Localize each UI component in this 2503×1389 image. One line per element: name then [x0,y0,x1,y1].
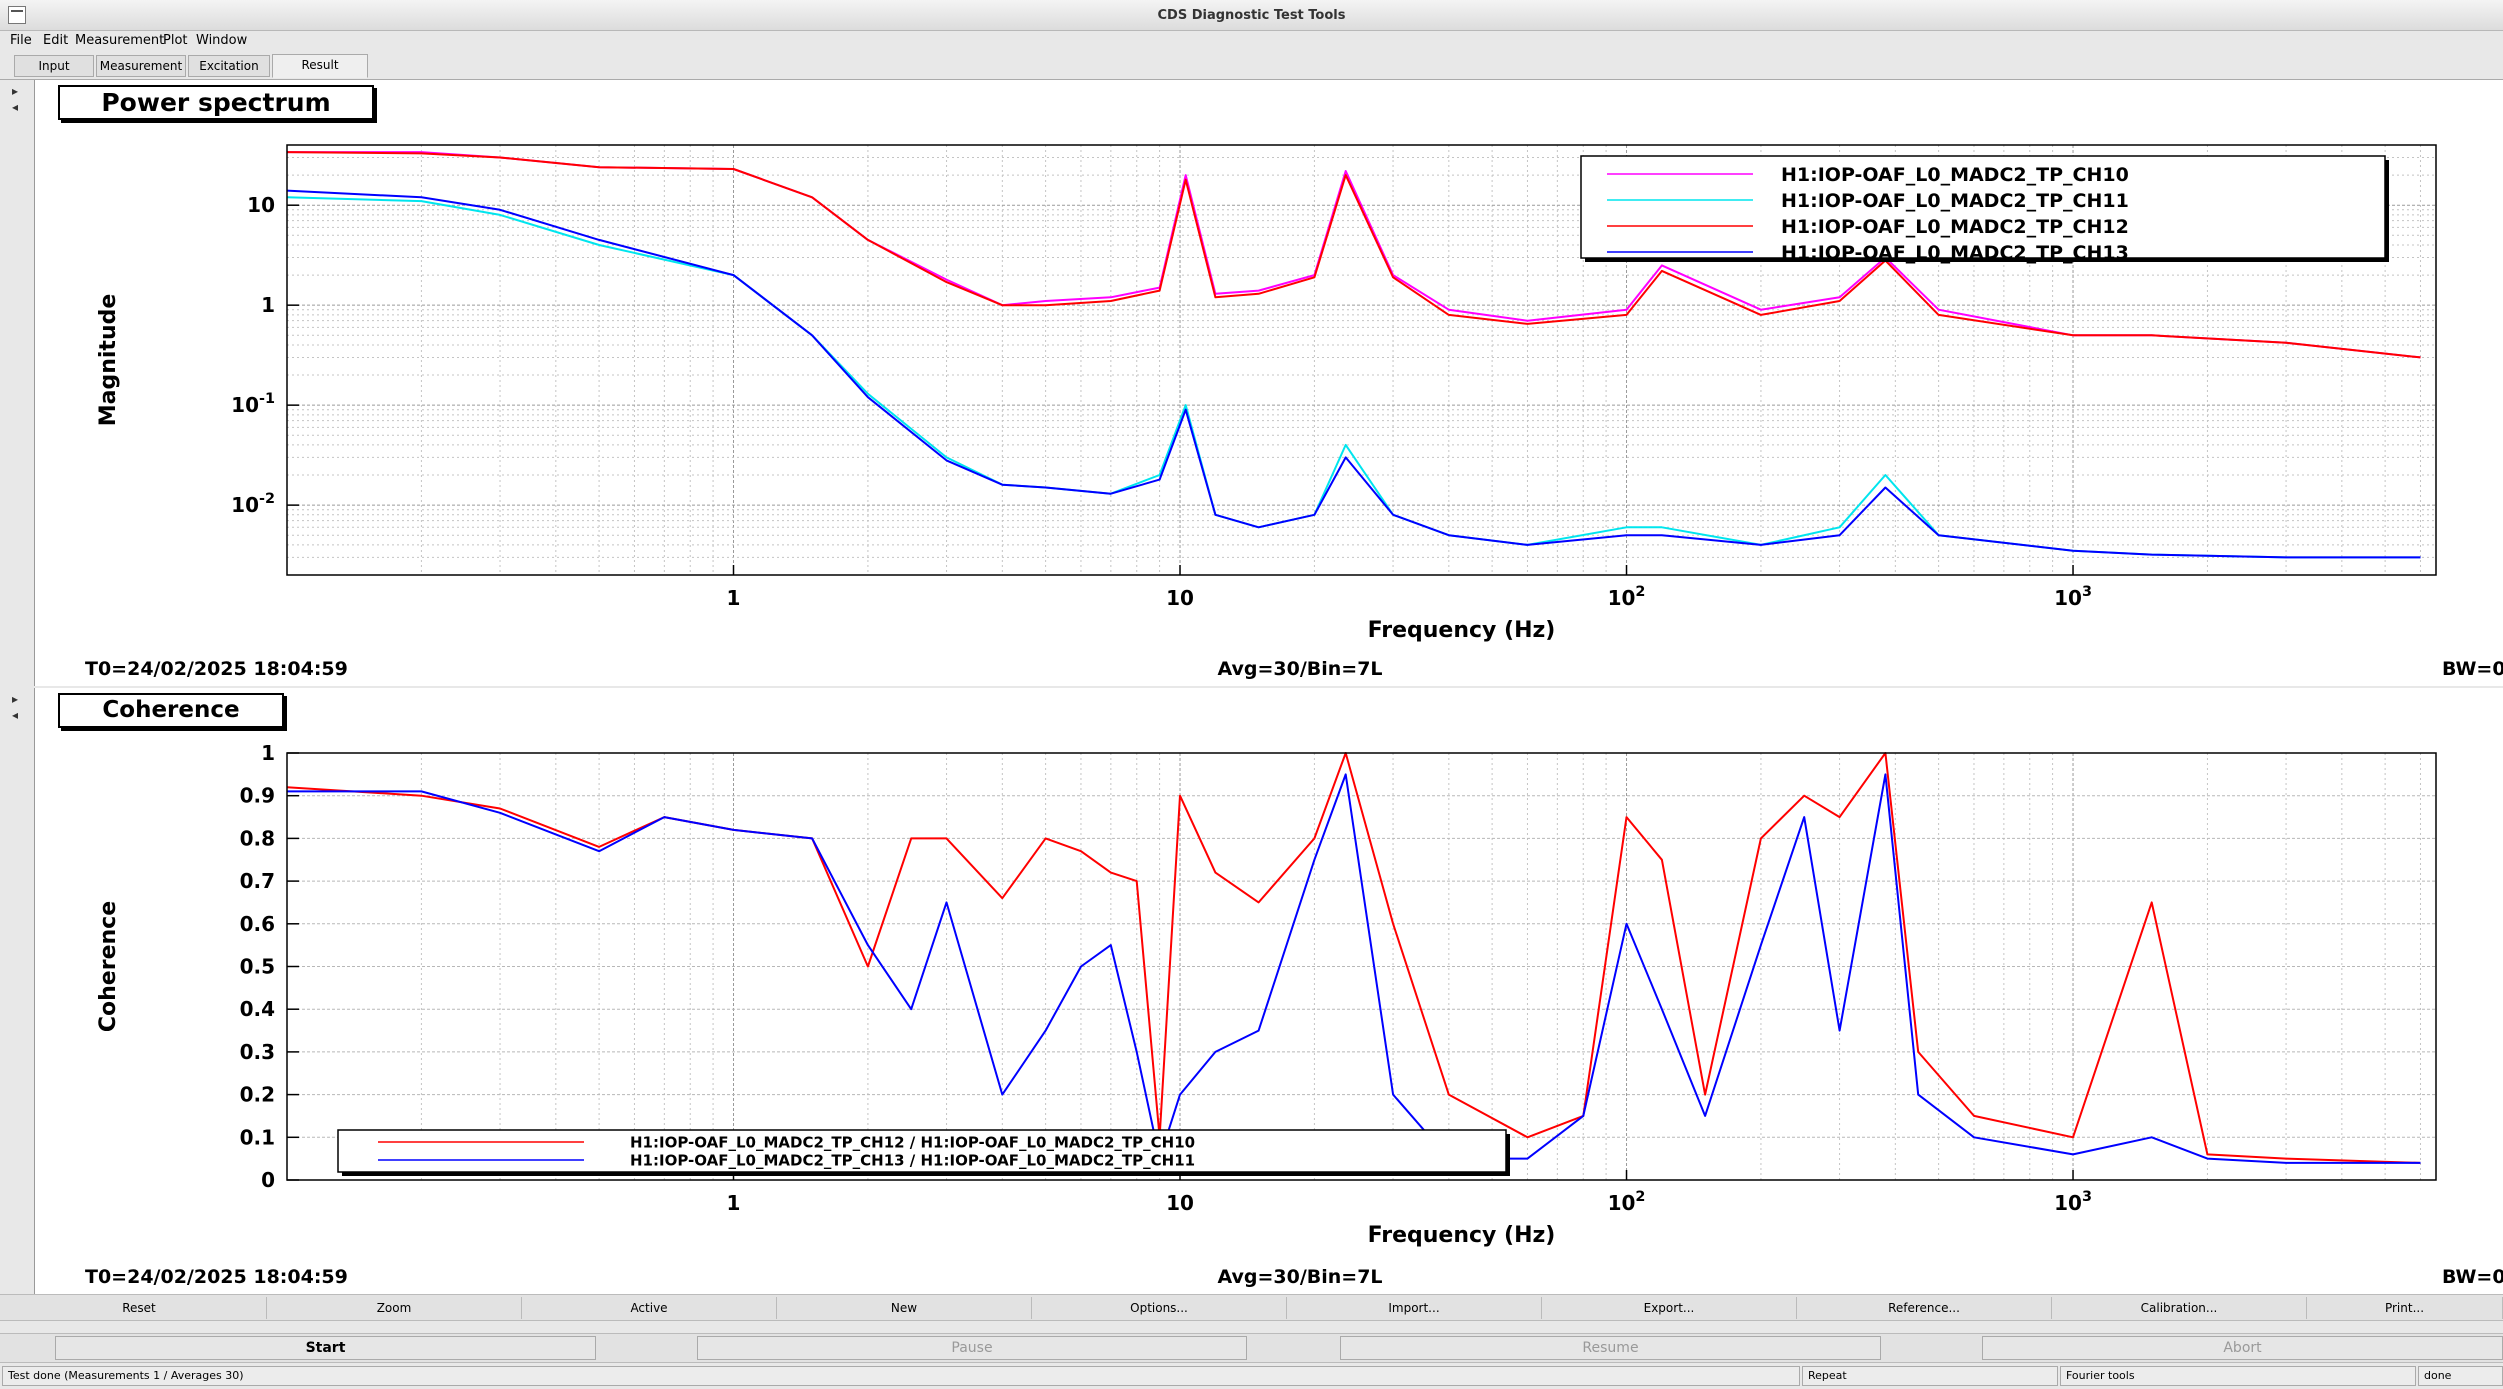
menu-plot[interactable]: Plot [163,33,188,48]
pause-button[interactable]: Pause [697,1336,1247,1360]
y-tick-label: 0.2 [240,1083,275,1107]
status-done: done [2418,1366,2503,1386]
bandwidth-label: BW=0.187484 [2442,1266,2503,1288]
chart-legend: H1:IOP-OAF_L0_MADC2_TP_CH12 / H1:IOP-OAF… [337,1129,1510,1176]
y-tick-label: 0.5 [240,955,275,979]
resume-button[interactable]: Resume [1340,1336,1881,1360]
menu-window[interactable]: Window [196,33,247,48]
start-time-label: T0=24/02/2025 18:04:59 [85,658,348,680]
menu-file[interactable]: File [10,33,32,48]
power-spectrum-title: Power spectrum [58,85,374,120]
window-title: CDS Diagnostic Test Tools [1157,8,1346,23]
print-button[interactable]: Print... [2307,1297,2503,1319]
tab-excitation[interactable]: Excitation [188,55,270,77]
legend-label: H1:IOP-OAF_L0_MADC2_TP_CH11 [1781,190,2129,212]
reference-button[interactable]: Reference... [1797,1297,2052,1319]
x-axis-title: Frequency (Hz) [1368,1223,1556,1248]
y-tick-label: 1 [261,741,275,765]
panel-arrow-right-icon[interactable]: ▸ [12,84,18,98]
application-window: { "window": {"title": "CDS Diagnostic Te… [0,0,2503,1389]
tab-result[interactable]: Result [272,54,368,78]
x-tick-label: 1 [727,1191,741,1215]
y-tick-label: 10-2 [231,491,275,517]
bandwidth-label: BW=0.187484 [2442,658,2503,680]
start-time-label: T0=24/02/2025 18:04:59 [85,1266,348,1288]
y-tick-label: 0.3 [240,1040,275,1064]
tab-measurement[interactable]: Measurement [96,55,186,77]
status-bar: Test done (Measurements 1 / Averages 30)… [0,1363,2503,1389]
title-bar: CDS Diagnostic Test Tools [0,0,2503,31]
x-tick-label: 1 [727,586,741,610]
power-spectrum-plot[interactable]: 1 10 102 103 10-2 10-1 1 10 Frequency (Hz) Magnit… [35,80,2503,686]
average-label: Avg=30/Bin=7L [1217,1266,1382,1288]
active-button[interactable]: Active [522,1297,777,1319]
panel-arrow-left-icon[interactable]: ◂ [12,708,18,722]
tab-input[interactable]: Input [14,55,94,77]
average-label: Avg=30/Bin=7L [1217,658,1382,680]
x-tick-label: 102 [1608,584,1646,610]
grid-lines [286,752,2436,1181]
menu-measurement[interactable]: Measurement [75,33,164,48]
y-tick-label: 10-1 [231,391,275,417]
x-axis-title: Frequency (Hz) [1368,618,1556,643]
y-tick-label: 0 [261,1168,275,1192]
x-tick-label: 10 [1166,586,1194,610]
status-message: Test done (Measurements 1 / Averages 30) [2,1366,1800,1386]
options-button[interactable]: Options... [1032,1297,1287,1319]
y-tick-label: 10 [247,193,275,217]
coherence-panel: Coherence 1 10 102 103 0 0.1 0.2 0.3 0.4 0.5 0.6 0.… [34,688,2503,1294]
window-icon[interactable] [8,6,26,24]
power-spectrum-panel: Power spectrum 1 10 102 103 10-2 10-1 1 10 Frequ… [34,80,2503,686]
zoom-button[interactable]: Zoom [267,1297,522,1319]
x-tick-label: 103 [2054,1189,2092,1215]
plot-controls-bar: Reset Zoom Active New Options... Import.… [0,1294,2503,1321]
legend-label: H1:IOP-OAF_L0_MADC2_TP_CH12 [1781,216,2129,238]
menu-edit[interactable]: Edit [43,33,68,48]
legend-label: H1:IOP-OAF_L0_MADC2_TP_CH13 / H1:IOP-OAF… [630,1152,1195,1170]
y-tick-label: 1 [261,293,275,317]
status-repeat: Repeat [1802,1366,2058,1386]
legend-label: H1:IOP-OAF_L0_MADC2_TP_CH10 [1781,164,2129,186]
new-button[interactable]: New [777,1297,1032,1319]
chart-legend: H1:IOP-OAF_L0_MADC2_TP_CH10 H1:IOP-OAF_L0… [1580,155,2389,264]
x-tick-label: 10 [1166,1191,1194,1215]
panel-arrow-left-icon[interactable]: ◂ [12,100,18,114]
start-button[interactable]: Start [55,1336,596,1360]
series-line-1 [286,752,2421,1164]
y-tick-label: 0.1 [240,1125,275,1149]
y-tick-label: 0.6 [240,912,275,936]
x-tick-label: 103 [2054,584,2092,610]
status-fourier: Fourier tools [2060,1366,2416,1386]
y-axis-title: Coherence [96,901,121,1032]
series-line-2 [287,773,2421,1164]
coherence-plot[interactable]: 1 10 102 103 0 0.1 0.2 0.3 0.4 0.5 0.6 0.7 0.8 0.9 1 Fr… [35,688,2503,1294]
export-button[interactable]: Export... [1542,1297,1797,1319]
menu-bar: File Edit Measurement Plot Window [0,31,2503,51]
y-tick-label: 0.9 [240,784,275,808]
y-tick-label: 0.8 [240,826,275,850]
legend-label: H1:IOP-OAF_L0_MADC2_TP_CH13 [1781,242,2129,264]
legend-label: H1:IOP-OAF_L0_MADC2_TP_CH12 / H1:IOP-OAF… [630,1134,1195,1152]
y-tick-label: 0.4 [240,997,275,1021]
x-tick-label: 102 [1608,1189,1646,1215]
y-tick-label: 0.7 [240,869,275,893]
action-bar: Start Pause Resume Abort [0,1333,2503,1363]
import-button[interactable]: Import... [1287,1297,1542,1319]
y-axis-title: Magnitude [96,294,121,427]
tab-row: Input Measurement Excitation Result [0,51,2503,80]
data-series [286,752,2421,1164]
coherence-title: Coherence [58,693,284,728]
abort-button[interactable]: Abort [1982,1336,2503,1360]
calibration-button[interactable]: Calibration... [2052,1297,2307,1319]
reset-button[interactable]: Reset [12,1297,267,1319]
panel-arrow-right-icon[interactable]: ▸ [12,692,18,706]
